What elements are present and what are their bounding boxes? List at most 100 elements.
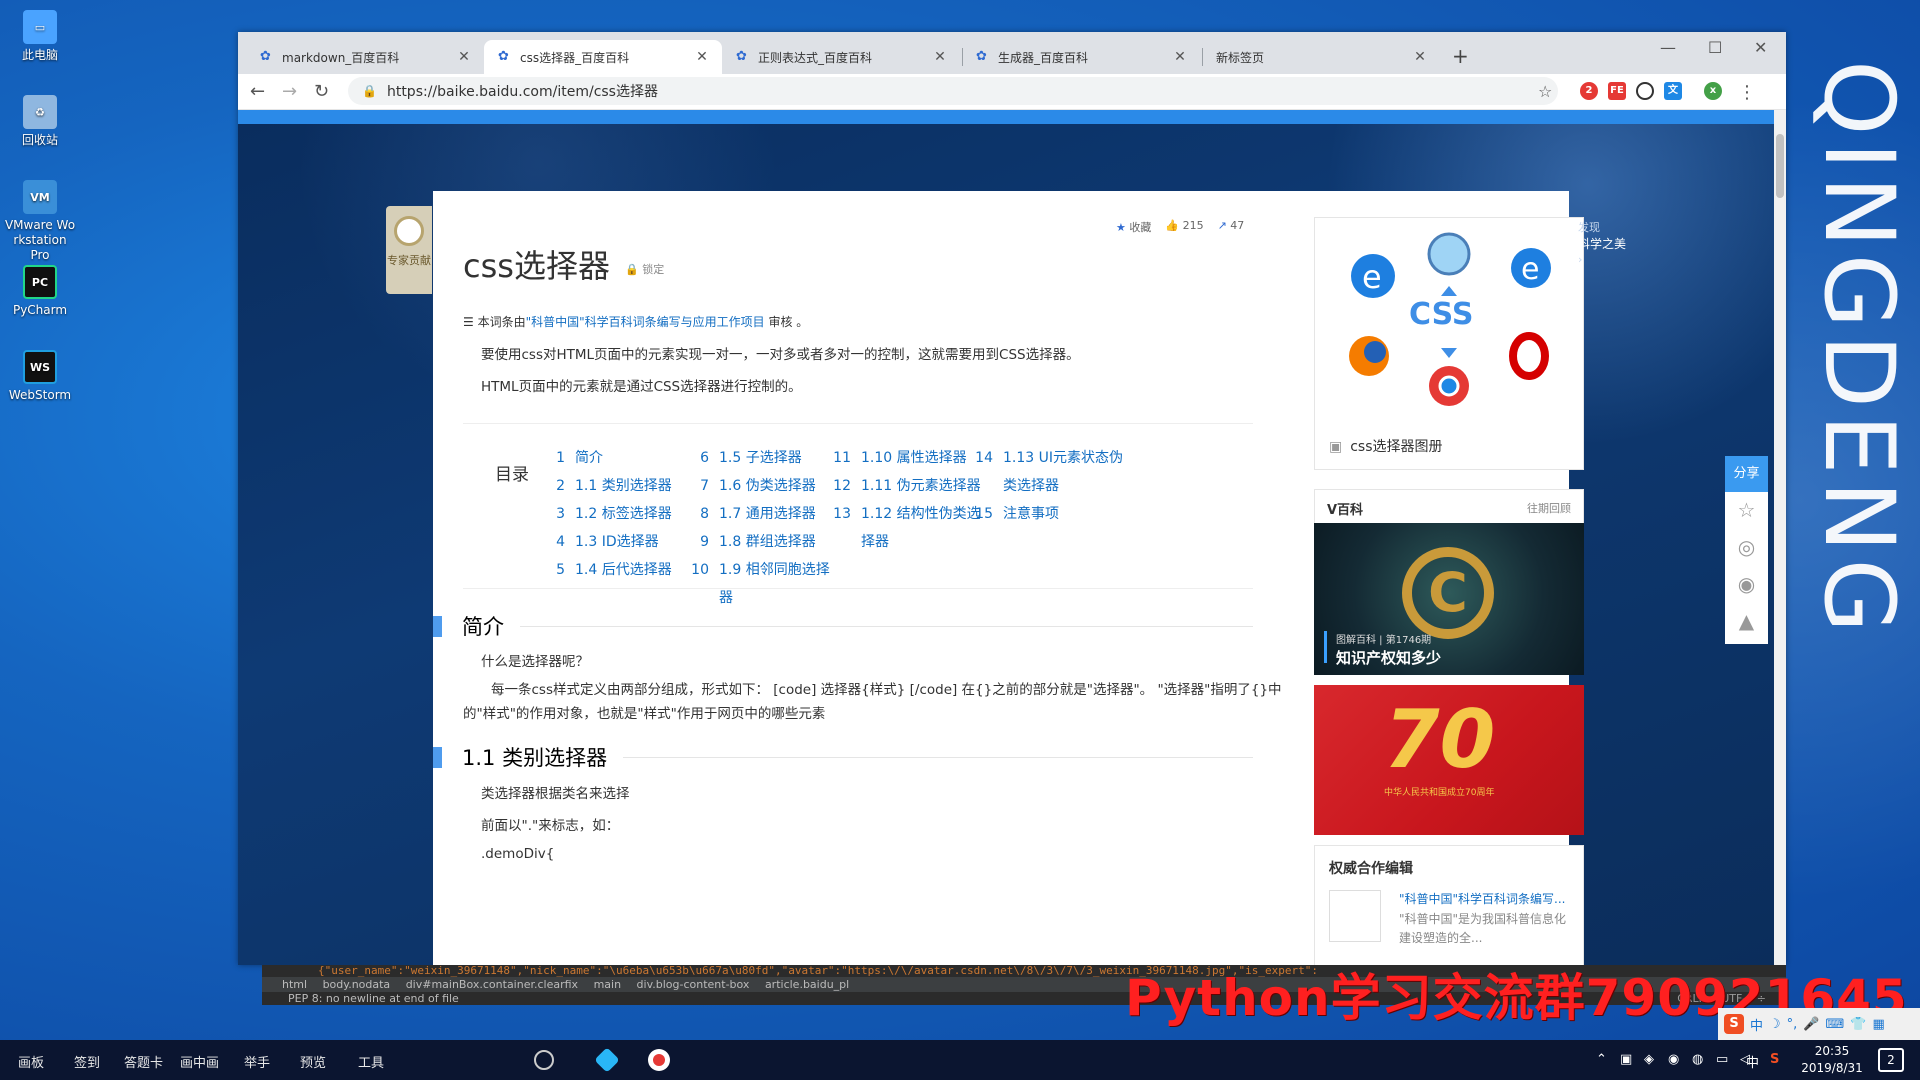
bookmark-star-icon[interactable]: ☆ <box>1538 82 1552 101</box>
maximize-icon[interactable]: ☐ <box>1708 38 1722 57</box>
tab-generator[interactable]: ✿ 生成器_百度百科 ✕ <box>962 40 1200 74</box>
tab-new-tab[interactable]: 新标签页 ✕ <box>1202 40 1440 74</box>
vbaike-title: V百科 <box>1327 503 1364 518</box>
page-scrollbar[interactable] <box>1774 110 1786 965</box>
toc-item[interactable]: 14 1.13 UI元素状态伪类选择器 <box>971 444 1123 500</box>
share-button[interactable]: 分享 <box>1725 456 1768 492</box>
keyboard-icon[interactable]: ⌨ <box>1826 1017 1845 1032</box>
image-album[interactable]: e e CSS ▣ css选择器图册 <box>1314 217 1584 470</box>
tray-app-icon[interactable]: ◍ <box>1692 1052 1703 1067</box>
toc-item[interactable]: 8 1.7 通用选择器 <box>687 500 839 528</box>
close-tab-icon[interactable]: ✕ <box>932 49 948 65</box>
power-icon[interactable] <box>534 1050 554 1070</box>
tray-app-icon[interactable]: ◈ <box>1644 1052 1654 1067</box>
taskbar-item-tools[interactable]: 工具 <box>358 1052 384 1071</box>
like-button[interactable]: 👍 215 <box>1165 219 1203 235</box>
sync-extension-icon[interactable] <box>1636 82 1654 100</box>
taskbar-item-preview[interactable]: 预览 <box>300 1052 326 1071</box>
coop-link[interactable]: "科普中国"科学百科词条编写... <box>1399 890 1565 907</box>
forward-icon[interactable]: → <box>282 81 297 102</box>
desktop-icon-pycharm[interactable]: PC PyCharm <box>4 265 76 318</box>
close-tab-icon[interactable]: ✕ <box>694 49 710 65</box>
fe-extension-icon[interactable]: FE <box>1608 82 1626 100</box>
profile-avatar[interactable]: x <box>1704 82 1722 100</box>
star-icon[interactable]: ☆ <box>1725 492 1768 529</box>
anniversary-banner[interactable]: 70 中华人民共和国成立70周年 <box>1314 685 1584 835</box>
toc-item[interactable]: 11 1.10 属性选择器 <box>829 444 981 472</box>
close-tab-icon[interactable]: ✕ <box>456 49 472 65</box>
taskbar-item-pip[interactable]: 画中画 <box>180 1052 219 1071</box>
desktop-icon-webstorm[interactable]: WS WebStorm <box>4 350 76 403</box>
address-bar[interactable]: 🔒 https://baike.baidu.com/item/css选择器 <box>348 77 1558 105</box>
taskbar-item-answer-card[interactable]: 答题卡 <box>124 1052 163 1071</box>
tray-language[interactable]: 中 <box>1746 1052 1759 1071</box>
expert-contribution-tab[interactable]: 专家贡献 <box>386 206 432 294</box>
tab-css-selector[interactable]: ✿ css选择器_百度百科 ✕ <box>484 40 722 74</box>
translate-extension-icon[interactable]: 文 <box>1664 82 1682 100</box>
close-tab-icon[interactable]: ✕ <box>1412 49 1428 65</box>
tray-record-icon[interactable]: ◉ <box>1668 1052 1679 1067</box>
grid-icon[interactable]: ▦ <box>1872 1017 1884 1032</box>
toc-item[interactable]: 10 1.9 相邻同胞选择器 <box>687 556 839 612</box>
toc-item[interactable]: 3 1.2 标签选择器 <box>543 500 695 528</box>
desktop-icon-recycle-bin[interactable]: ♻ 回收站 <box>4 95 76 148</box>
breadcrumb-item[interactable]: article.baidu_pl <box>765 978 849 991</box>
close-tab-icon[interactable]: ✕ <box>1172 49 1188 65</box>
breadcrumb-item[interactable]: main <box>594 978 621 991</box>
sogou-tray-icon[interactable]: S <box>1770 1052 1779 1067</box>
discover-widget[interactable]: 发现 科学之美 › <box>1578 220 1626 268</box>
toc-item[interactable]: 13 1.12 结构性伪类选择器 <box>829 500 981 556</box>
tab-regex[interactable]: ✿ 正则表达式_百度百科 ✕ <box>722 40 960 74</box>
toc-item[interactable]: 4 1.3 ID选择器 <box>543 528 695 556</box>
mic-icon[interactable]: 🎤 <box>1803 1017 1819 1032</box>
moon-icon[interactable]: ☽ <box>1769 1017 1781 1032</box>
breadcrumb-item[interactable]: div#mainBox.container.clearfix <box>406 978 578 991</box>
toc-item[interactable]: 15 注意事项 <box>971 500 1123 528</box>
breadcrumb-item[interactable]: html <box>282 978 307 991</box>
toc-item[interactable]: 12 1.11 伪元素选择器 <box>829 472 981 500</box>
review-link[interactable]: "科普中国"科学百科词条编写与应用工作项目 <box>526 315 765 329</box>
toc-item[interactable]: 5 1.4 后代选择器 <box>543 556 695 584</box>
adblock-extension-icon[interactable]: 2 <box>1580 82 1598 100</box>
toc-item[interactable]: 9 1.8 群组选择器 <box>687 528 839 556</box>
skin-icon[interactable]: 👕 <box>1850 1017 1866 1032</box>
taskbar-item-checkin[interactable]: 签到 <box>74 1052 100 1071</box>
network-icon[interactable]: ▭ <box>1716 1052 1728 1067</box>
banner-number: 70 <box>1384 693 1496 786</box>
app-launcher-icon[interactable] <box>594 1047 620 1073</box>
favorite-button[interactable]: ★ 收藏 <box>1116 219 1151 235</box>
kepu-logo[interactable] <box>1329 890 1381 942</box>
punctuation-icon[interactable]: °, <box>1787 1017 1798 1032</box>
taskbar-item-whiteboard[interactable]: 画板 <box>18 1052 44 1071</box>
breadcrumb-item[interactable]: div.blog-content-box <box>637 978 750 991</box>
ime-language[interactable]: 中 <box>1750 1015 1763 1034</box>
toc-item[interactable]: 7 1.6 伪类选择器 <box>687 472 839 500</box>
wechat-icon[interactable]: ◉ <box>1725 566 1768 603</box>
back-icon[interactable]: ← <box>250 81 265 102</box>
reload-icon[interactable]: ↻ <box>314 81 329 102</box>
menu-icon[interactable]: ⋮ <box>1738 82 1756 103</box>
sogou-icon[interactable]: S <box>1724 1014 1744 1034</box>
toc-item[interactable]: 1 简介 <box>543 444 695 472</box>
taskbar-item-raise-hand[interactable]: 举手 <box>244 1052 270 1071</box>
system-clock[interactable]: 20:35 2019/8/31 <box>1796 1043 1868 1077</box>
notification-center-icon[interactable]: 2 <box>1878 1048 1904 1072</box>
scrollbar-thumb[interactable] <box>1776 134 1784 198</box>
minimize-icon[interactable]: — <box>1660 38 1676 57</box>
desktop-icon-vmware[interactable]: VM VMware Wo rkstation Pro <box>4 180 76 263</box>
toc-item[interactable]: 2 1.1 类别选择器 <box>543 472 695 500</box>
tray-app-icon[interactable]: ▣ <box>1620 1052 1632 1067</box>
weibo-icon[interactable]: ◎ <box>1725 529 1768 566</box>
close-window-icon[interactable]: ✕ <box>1754 38 1767 57</box>
breadcrumb-item[interactable]: body.nodata <box>323 978 391 991</box>
toc-item[interactable]: 6 1.5 子选择器 <box>687 444 839 472</box>
share-count-button[interactable]: ↗ 47 <box>1218 219 1245 235</box>
tab-markdown[interactable]: ✿ markdown_百度百科 ✕ <box>246 40 484 74</box>
vbaike-card[interactable]: C 图解百科 | 第1746期 知识产权知多少 <box>1314 523 1584 675</box>
new-tab-button[interactable]: + <box>1452 44 1469 68</box>
vbaike-more-link[interactable]: 往期回顾 <box>1527 500 1571 516</box>
qq-icon[interactable]: ▲ <box>1725 603 1768 640</box>
record-icon[interactable] <box>648 1049 670 1071</box>
desktop-icon-computer[interactable]: ▭ 此电脑 <box>4 10 76 63</box>
tray-chevron-icon[interactable]: ⌃ <box>1596 1052 1607 1067</box>
